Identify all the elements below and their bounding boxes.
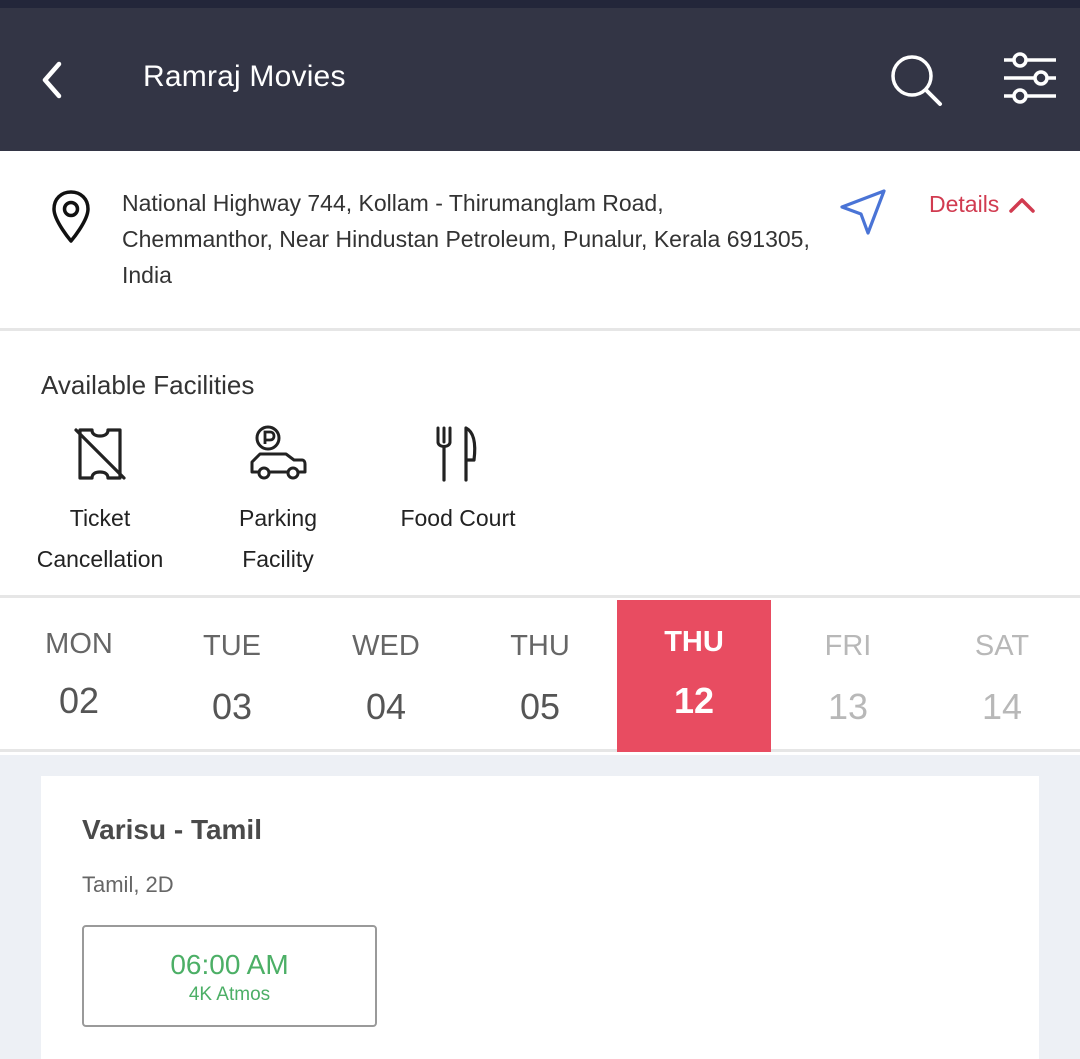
date-day: SAT [974,630,1030,662]
date-tab-wed-04[interactable]: WED 04 [309,600,463,752]
date-tab-thu-12[interactable]: THU 12 [617,600,771,752]
date-number: 13 [827,686,869,727]
date-number: 12 [673,680,715,721]
chevron-up-icon [1009,197,1036,213]
date-day: WED [352,630,420,662]
date-tab-fri-13[interactable]: FRI 13 [771,600,925,752]
details-toggle[interactable]: Details [929,191,1036,218]
date-tab-sat-14[interactable]: SAT 14 [925,600,1079,752]
showtime-time: 06:00 AM [170,949,289,980]
date-tab-mon-02[interactable]: MON 02 [2,600,156,752]
movie-title[interactable]: Varisu - Tamil [82,814,262,846]
showtime-format: 4K Atmos [188,984,271,1005]
address-section: National Highway 744, Kollam - Thirumang… [0,151,1080,331]
movie-meta: Tamil, 2D [82,872,174,897]
date-selector: MON 02 TUE 03 WED 04 THU 05 THU 12 FRI 1… [0,600,1080,752]
date-day: TUE [203,630,261,662]
showtime-button[interactable]: 06:00 AM 4K Atmos [82,925,377,1027]
movie-card: Varisu - Tamil Tamil, 2D 06:00 AM 4K Atm… [41,776,1039,1059]
date-number: 03 [211,686,253,727]
date-number: 05 [519,686,561,727]
date-tab-tue-03[interactable]: TUE 03 [155,600,309,752]
location-pin-icon [52,190,90,243]
status-bar-strip [0,0,1080,8]
date-number: 04 [365,686,407,727]
address-text: National Highway 744, Kollam - Thirumang… [122,185,842,293]
facility-food-court: Food Court [378,424,538,539]
facility-parking: Parking Facility [208,424,348,580]
date-number: 14 [981,686,1023,727]
address-line-3: India [122,262,172,288]
date-day: MON [45,628,113,660]
facility-label-line2: Cancellation [36,546,164,572]
back-button[interactable] [28,52,76,108]
search-button[interactable] [884,48,948,112]
facility-label: Food Court [400,498,515,539]
date-day: THU [510,630,570,662]
address-line-1: National Highway 744, Kollam - Thirumang… [122,190,664,216]
facilities-title: Available Facilities [41,370,255,400]
showtimes-list: Varisu - Tamil Tamil, 2D 06:00 AM 4K Atm… [0,755,1080,1059]
facility-label: Ticket Cancellation [37,498,164,580]
facility-label-line1: Food Court [400,505,516,531]
details-label: Details [929,191,1000,217]
ticket-cancel-icon [74,428,126,480]
search-icon [891,55,942,106]
date-number: 02 [58,680,100,721]
date-day: THU [664,626,724,658]
filter-button[interactable] [998,48,1062,112]
facility-label: Parking Facility [239,498,317,580]
address-line-2: Chemmanthor, Near Hindustan Petroleum, P… [122,226,810,252]
parking-car-icon [250,425,307,480]
facility-ticket-cancellation: Ticket Cancellation [20,424,180,580]
cutlery-icon [436,426,477,482]
facilities-section: Available Facilities Ticket Cancellation… [0,334,1080,598]
app-header: Ramraj Movies [0,8,1080,151]
facility-label-line1: Parking [239,505,317,531]
chevron-left-icon [42,61,62,99]
page-title: Ramraj Movies [143,60,346,93]
date-tab-thu-05[interactable]: THU 05 [463,600,617,752]
facility-label-line2: Facility [242,546,314,572]
facility-label-line1: Ticket [69,505,131,531]
date-day: FRI [824,630,872,662]
sliders-icon [1004,52,1056,104]
navigation-arrow-icon[interactable] [836,185,890,239]
